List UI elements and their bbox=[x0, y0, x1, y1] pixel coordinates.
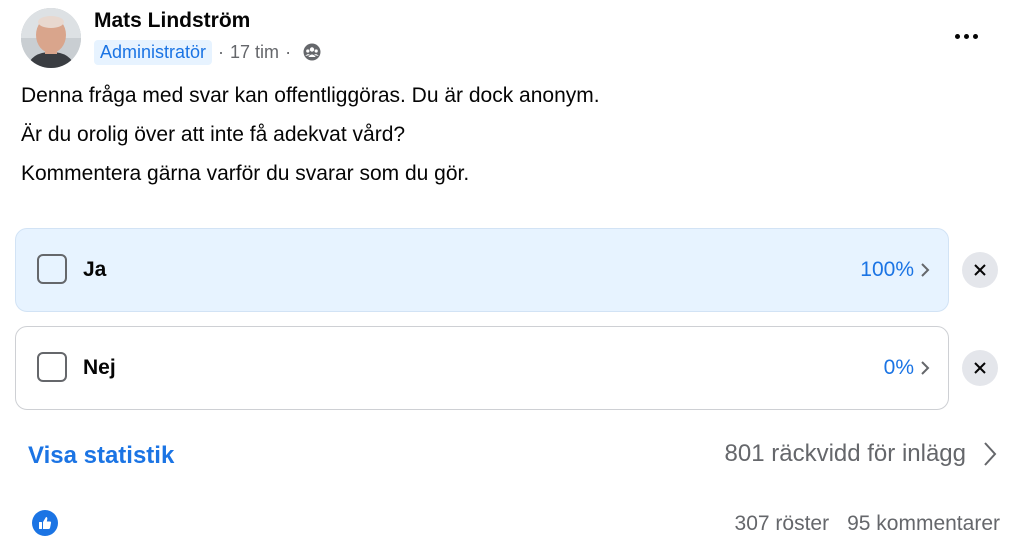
comment-count[interactable]: 95 kommentarer bbox=[847, 512, 1000, 536]
vote-count[interactable]: 307 röster bbox=[735, 512, 830, 536]
more-dot bbox=[954, 33, 960, 39]
post-timestamp[interactable]: 17 tim bbox=[230, 42, 279, 63]
more-dot bbox=[963, 33, 969, 39]
option-percent: 0% bbox=[883, 356, 914, 379]
engagement-counts: 307 röster 95 kommentarer bbox=[735, 512, 1000, 536]
post-text: Denna fråga med svar kan offentliggöras.… bbox=[21, 84, 600, 201]
option-percent: 100% bbox=[860, 258, 914, 281]
thumbs-up-icon bbox=[39, 517, 52, 529]
close-icon bbox=[974, 264, 986, 276]
group-icon[interactable] bbox=[303, 43, 321, 61]
poll-option-nej[interactable]: Nej 0% bbox=[15, 326, 949, 410]
post-reach[interactable]: 801 räckvidd för inlägg bbox=[725, 440, 998, 468]
chevron-right-icon bbox=[921, 263, 930, 277]
meta-separator: · bbox=[218, 41, 225, 62]
post-paragraph: Denna fråga med svar kan offentliggöras.… bbox=[21, 84, 600, 107]
post-paragraph: Kommentera gärna varför du svarar som du… bbox=[21, 162, 470, 185]
option-checkbox[interactable] bbox=[37, 254, 67, 284]
view-stats-link[interactable]: Visa statistik bbox=[28, 442, 174, 470]
chevron-right-icon bbox=[984, 442, 997, 466]
like-icon[interactable] bbox=[32, 510, 58, 536]
role-badge[interactable]: Administratör bbox=[94, 39, 213, 65]
remove-option-button[interactable] bbox=[962, 350, 998, 386]
post-paragraph: Är du orolig över att inte få adekvat vå… bbox=[21, 123, 406, 146]
meta-separator: · bbox=[285, 41, 292, 62]
close-icon bbox=[974, 362, 986, 374]
chevron-right-icon bbox=[921, 361, 930, 375]
option-label: Nej bbox=[83, 356, 116, 379]
option-label: Ja bbox=[83, 258, 107, 281]
poll-option-ja[interactable]: Ja 100% bbox=[15, 228, 949, 312]
author-avatar[interactable] bbox=[21, 8, 81, 68]
post-meta: Administratör · 17 tim · bbox=[94, 38, 321, 66]
option-result[interactable]: 0% bbox=[884, 356, 932, 380]
option-result[interactable]: 100% bbox=[860, 258, 932, 282]
reach-text: 801 räckvidd för inlägg bbox=[724, 440, 966, 467]
more-options-button[interactable] bbox=[946, 20, 986, 52]
remove-option-button[interactable] bbox=[962, 252, 998, 288]
author-name[interactable]: Mats Lindström bbox=[94, 9, 250, 33]
option-checkbox[interactable] bbox=[37, 352, 67, 382]
more-dot bbox=[972, 33, 978, 39]
